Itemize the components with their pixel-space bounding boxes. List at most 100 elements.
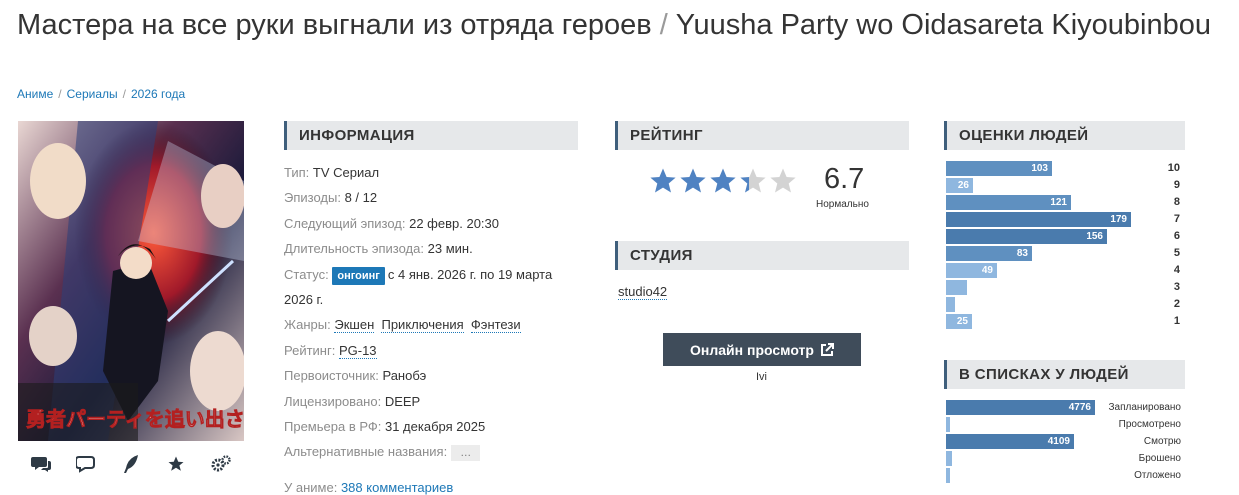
score-row-label: 9 — [1173, 179, 1180, 191]
rating-star-icon — [680, 168, 706, 193]
info-key: Жанры: — [284, 317, 331, 333]
info-key: Статус: — [284, 266, 329, 282]
info-value: 22 февр. 20:30 — [409, 215, 499, 231]
watch-online-label: Онлайн просмотр — [690, 341, 814, 358]
list-row-label: Отложено — [1134, 470, 1181, 481]
score-row: 83 5 — [946, 245, 1186, 262]
score-row-bar: 156 — [946, 229, 1107, 244]
comments-key: У аниме: — [284, 480, 338, 495]
info-key: Следующий эпизод: — [284, 215, 406, 231]
comments-line: У аниме: 388 комментариев — [284, 480, 453, 495]
breadcrumb: Аниме / Сериалы / 2026 года — [17, 87, 185, 101]
poster-actions — [18, 452, 244, 476]
list-row: Просмотрено — [946, 416, 1186, 433]
score-row: 25 1 — [946, 313, 1186, 330]
rating-score: 6.7 — [824, 163, 865, 195]
info-heading: Информация — [284, 121, 578, 150]
score-row-label: 6 — [1173, 230, 1180, 242]
star-icon[interactable] — [164, 452, 188, 476]
external-link-icon — [820, 342, 834, 356]
poster-image[interactable]: 勇者パーティを追い出された器用貧乏 — [18, 121, 244, 441]
score-row-bar — [946, 280, 967, 295]
score-row-label: 4 — [1173, 264, 1180, 276]
info-value: Ранобэ — [382, 368, 427, 384]
info-alt-names: Альтернативные названия:… — [284, 439, 584, 464]
info-key: Рейтинг: — [284, 342, 336, 358]
reviews-icon[interactable] — [74, 452, 98, 476]
info-source: Первоисточник: Ранобэ — [284, 363, 584, 388]
comments-link[interactable]: 388 комментариев — [341, 480, 453, 495]
list-row-label: Смотрю — [1143, 436, 1181, 447]
info-key: Лицензировано: — [284, 393, 382, 409]
breadcrumb-separator: / — [58, 87, 62, 101]
people-lists-heading: В списках у людей — [944, 360, 1185, 389]
score-row: 26 9 — [946, 177, 1186, 194]
people-lists-chart: 4776 Запланировано Просмотрено 4109 Смотрю Бр… — [946, 399, 1186, 484]
title-ru: Мастера на все руки выгнали из отряда ге… — [17, 9, 652, 41]
info-type: Тип: TV Сериал — [284, 160, 584, 185]
score-row-bar: 179 — [946, 212, 1131, 227]
genre-link[interactable]: Приключения — [381, 317, 464, 334]
breadcrumb-year[interactable]: 2026 года — [131, 87, 185, 101]
score-row-label: 3 — [1173, 281, 1180, 293]
rating-star-icon — [650, 168, 676, 193]
breadcrumb-series[interactable]: Сериалы — [67, 87, 118, 101]
info-value: 8 / 12 — [344, 190, 378, 206]
genre-link[interactable]: Фэнтези — [470, 317, 521, 334]
list-row-bar: 4109 — [946, 434, 1074, 449]
info-rating: Рейтинг: PG-13 — [284, 338, 584, 363]
status-badge[interactable]: онгоинг — [332, 266, 385, 285]
score-row-label: 5 — [1173, 247, 1180, 259]
score-row-bar: 26 — [946, 178, 973, 193]
list-row-bar: 4776 — [946, 400, 1095, 415]
info-licensed: Лицензировано: DEEP — [284, 389, 584, 414]
score-row-bar: 121 — [946, 195, 1071, 210]
score-row: 3 — [946, 279, 1186, 296]
watch-online-button[interactable]: Онлайн просмотр — [663, 333, 861, 366]
genre-link[interactable]: Экшен — [334, 317, 375, 334]
list-row-label: Запланировано — [1108, 402, 1182, 413]
info-value: 23 мин. — [427, 241, 473, 257]
score-row-label: 7 — [1173, 213, 1180, 225]
info-status: Статус: онгоинг с 4 янв. 2026 г. по 19 ма… — [284, 262, 584, 313]
info-key: Первоисточник: — [284, 368, 379, 384]
rating-heading: Рейтинг — [615, 121, 909, 150]
score-row: 179 7 — [946, 211, 1186, 228]
rating-link[interactable]: PG-13 — [338, 342, 377, 359]
rating-stars — [649, 167, 797, 195]
people-scores-chart: 103 10 26 9 121 8 179 7 156 6 83 5 49 4 3 2 25 1 — [946, 160, 1186, 330]
score-row-label: 8 — [1173, 196, 1180, 208]
score-row-bar: 25 — [946, 314, 972, 329]
info-key: Премьера в РФ: — [284, 419, 382, 435]
comments-icon[interactable] — [29, 452, 53, 476]
info-list: Тип: TV Сериал Эпизоды: 8 / 12 Следующий… — [284, 160, 584, 465]
gears-icon[interactable] — [209, 452, 233, 476]
score-row-label: 10 — [1167, 162, 1180, 174]
rating-star-icon — [770, 168, 796, 193]
score-row: 103 10 — [946, 160, 1186, 177]
score-row-bar — [946, 297, 955, 312]
list-row-bar — [946, 417, 950, 432]
score-row-label: 1 — [1173, 315, 1180, 327]
poster-logo-text: 勇者パーティを追い出された器用貧乏 — [26, 407, 244, 431]
info-genres: Жанры: Экшен Приключения Фэнтези — [284, 312, 584, 337]
poster-art: 勇者パーティを追い出された器用貧乏 — [18, 121, 244, 441]
quill-icon[interactable] — [119, 452, 143, 476]
studio-link[interactable]: studio42 — [618, 284, 668, 300]
score-row: 49 4 — [946, 262, 1186, 279]
info-key: Альтернативные названия: — [284, 444, 448, 460]
list-row-label: Брошено — [1138, 453, 1181, 464]
info-key: Эпизоды: — [284, 190, 341, 206]
studio-heading: Студия — [615, 241, 909, 270]
people-scores-heading: Оценки людей — [944, 121, 1185, 150]
alt-names-toggle-button[interactable]: … — [451, 445, 481, 462]
rating-star-icon — [710, 168, 736, 193]
info-premiere: Премьера в РФ: 31 декабря 2025 — [284, 414, 584, 439]
score-row: 121 8 — [946, 194, 1186, 211]
info-value: 31 декабря 2025 — [384, 419, 486, 435]
list-row-label: Просмотрено — [1118, 419, 1181, 430]
list-row: 4109 Смотрю — [946, 433, 1186, 450]
score-row: 156 6 — [946, 228, 1186, 245]
list-row-bar — [946, 468, 950, 483]
breadcrumb-anime[interactable]: Аниме — [17, 87, 53, 101]
